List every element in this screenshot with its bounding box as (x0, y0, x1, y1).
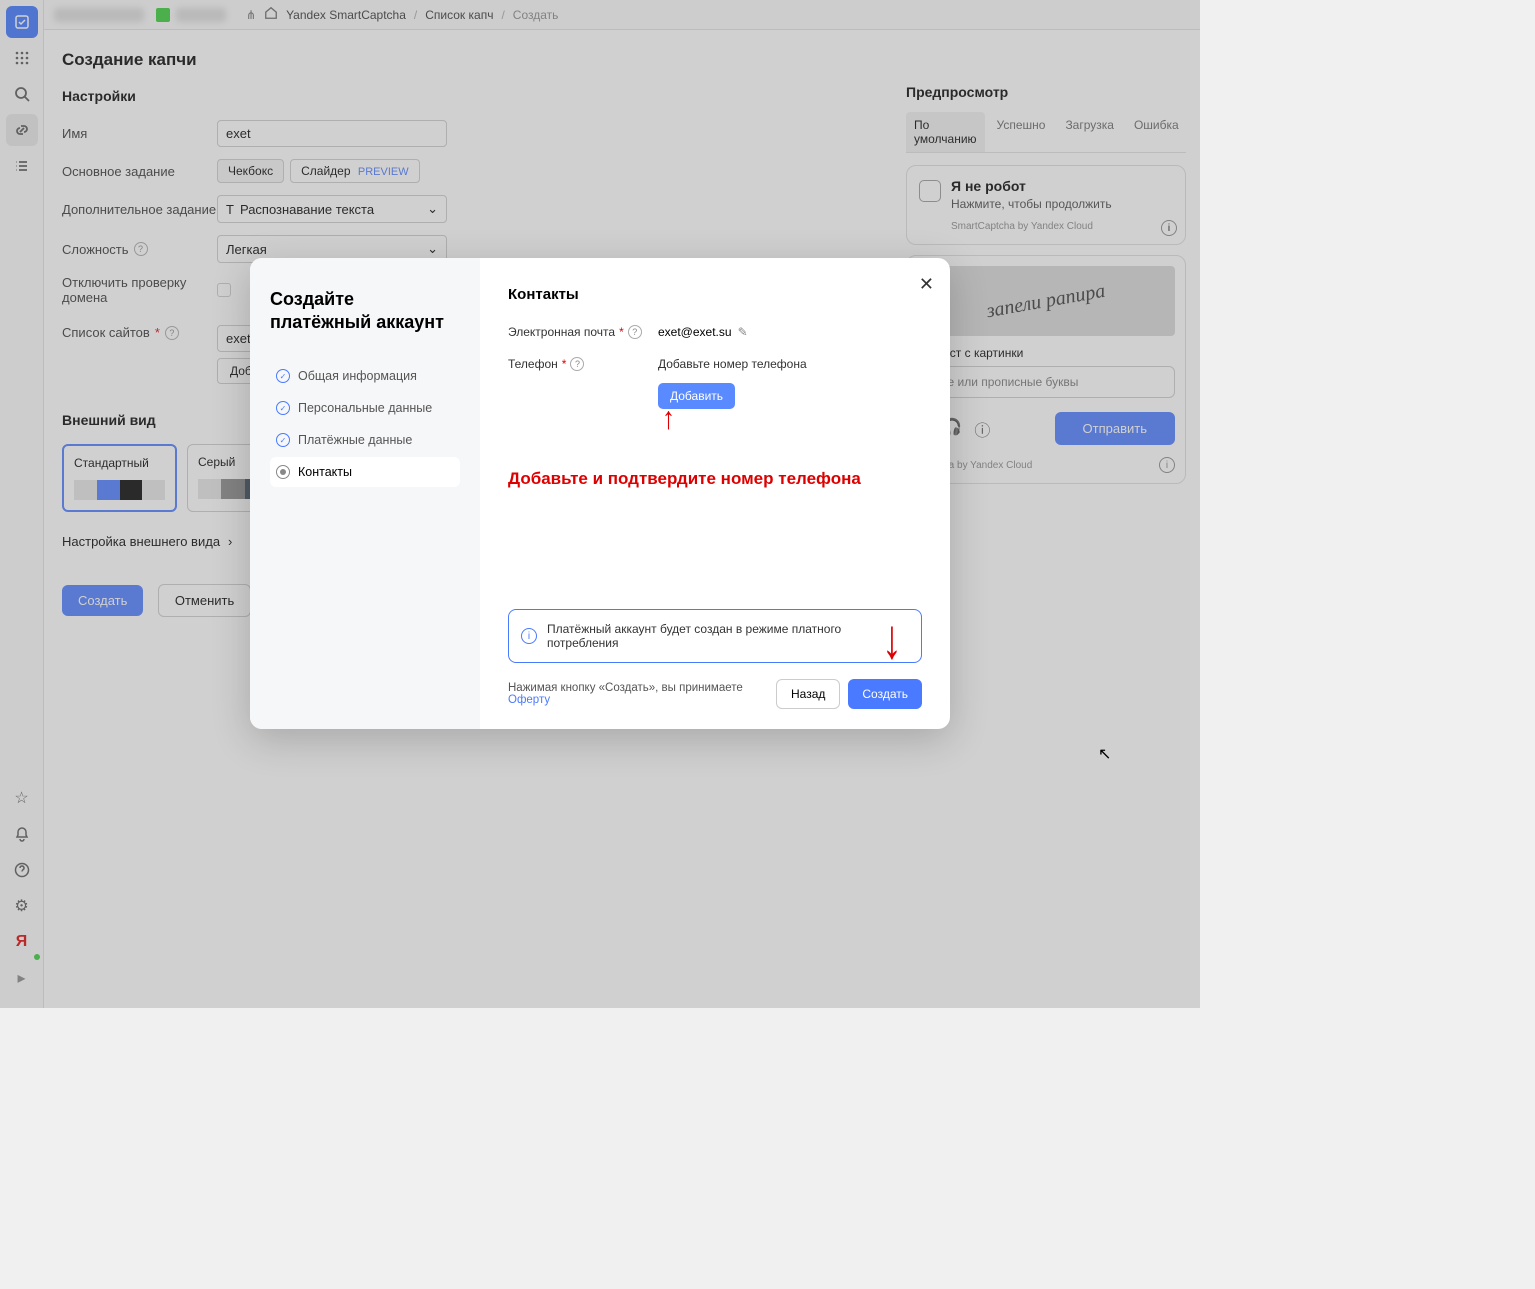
email-value: exet@exet.su (658, 325, 732, 339)
info-banner: i Платёжный аккаунт будет создан в режим… (508, 609, 922, 663)
step-payment[interactable]: ✓Платёжные данные (270, 425, 460, 455)
modal-sidebar: Создайте платёжный аккаунт ✓Общая информ… (250, 258, 480, 729)
info-icon: i (521, 628, 537, 644)
close-icon[interactable]: ✕ (919, 274, 934, 295)
email-label: Электронная почта* ? (508, 325, 658, 339)
modal-overlay: Создайте платёжный аккаунт ✓Общая информ… (0, 0, 1200, 1008)
phone-label: Телефон* ? (508, 357, 658, 371)
annotation-arrow-icon: ↓ (882, 609, 902, 672)
annotation-arrow-icon: ↑ (662, 400, 675, 437)
back-button[interactable]: Назад (776, 679, 840, 709)
modal-body: ✕ Контакты Электронная почта* ? exet@exe… (480, 258, 950, 729)
step-personal[interactable]: ✓Персональные данные (270, 393, 460, 423)
modal-body-title: Контакты (508, 286, 922, 303)
help-icon[interactable]: ? (628, 325, 642, 339)
edit-icon[interactable]: ✎ (738, 325, 748, 339)
step-general[interactable]: ✓Общая информация (270, 361, 460, 391)
terms-text: Нажимая кнопку «Создать», вы принимаете … (508, 682, 776, 706)
annotation-text: Добавьте и подтвердите номер телефона (508, 469, 922, 489)
step-contacts[interactable]: Контакты (270, 457, 460, 487)
modal-title: Создайте платёжный аккаунт (270, 288, 460, 333)
phone-hint: Добавьте номер телефона (658, 357, 807, 371)
modal-create-button[interactable]: Создать (848, 679, 922, 709)
billing-modal: Создайте платёжный аккаунт ✓Общая информ… (250, 258, 950, 729)
terms-link[interactable]: Оферту (508, 694, 550, 706)
help-icon[interactable]: ? (570, 357, 584, 371)
